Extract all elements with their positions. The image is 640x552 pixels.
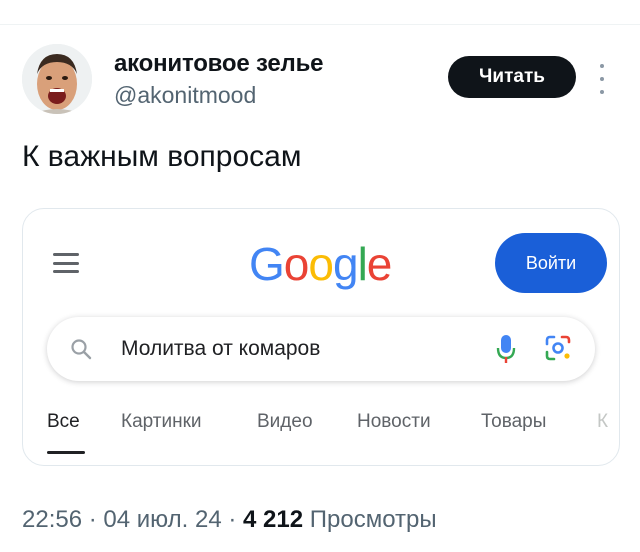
logo-letter: o (283, 238, 310, 290)
tab-truncated: К (597, 411, 609, 432)
active-tab-indicator (47, 451, 85, 454)
views-label: Просмотры (309, 506, 437, 533)
tab-news: Новости (357, 411, 431, 432)
logo-letter: l (357, 238, 368, 290)
search-box: Молитва от комаров (47, 317, 595, 381)
avatar-face-icon (22, 44, 92, 114)
tab-shopping: Товары (481, 411, 547, 432)
logo-letter: G (249, 238, 285, 290)
tab-all: Все (47, 411, 80, 432)
search-icon (71, 339, 92, 360)
search-query: Молитва от комаров (121, 337, 321, 360)
author-name[interactable]: аконитовое зелье (114, 50, 323, 78)
hamburger-menu-icon (53, 253, 79, 273)
tab-images: Картинки (121, 411, 202, 432)
top-divider (0, 24, 640, 25)
follow-button[interactable]: Читать (448, 56, 576, 98)
google-logo: Google (249, 237, 393, 291)
separator: · (88, 506, 104, 533)
tab-video: Видео (257, 411, 313, 432)
tweet-meta: 22:56 · 04 июл. 24 · 4 212 Просмотры (22, 506, 437, 534)
logo-letter: g (332, 238, 359, 290)
more-vertical-icon[interactable] (596, 64, 608, 94)
tweet-text: К важным вопросам (22, 140, 302, 173)
camera-lens-icon (545, 335, 571, 361)
views-count: 4 212 (243, 506, 304, 533)
search-tabs: Все Картинки Видео Новости Товары К (47, 411, 619, 451)
author-handle[interactable]: @akonitmood (114, 82, 256, 109)
logo-letter: e (366, 238, 393, 290)
tweet-time[interactable]: 22:56 (22, 506, 82, 533)
attached-image-card[interactable]: Google Войти Молитва от комаров Все Карт… (22, 208, 620, 466)
avatar[interactable] (22, 44, 92, 114)
tweet-date[interactable]: 04 июл. 24 (103, 506, 221, 533)
separator: · (228, 506, 244, 533)
microphone-icon (496, 335, 516, 363)
logo-letter: o (308, 238, 334, 290)
signin-button: Войти (495, 233, 607, 293)
